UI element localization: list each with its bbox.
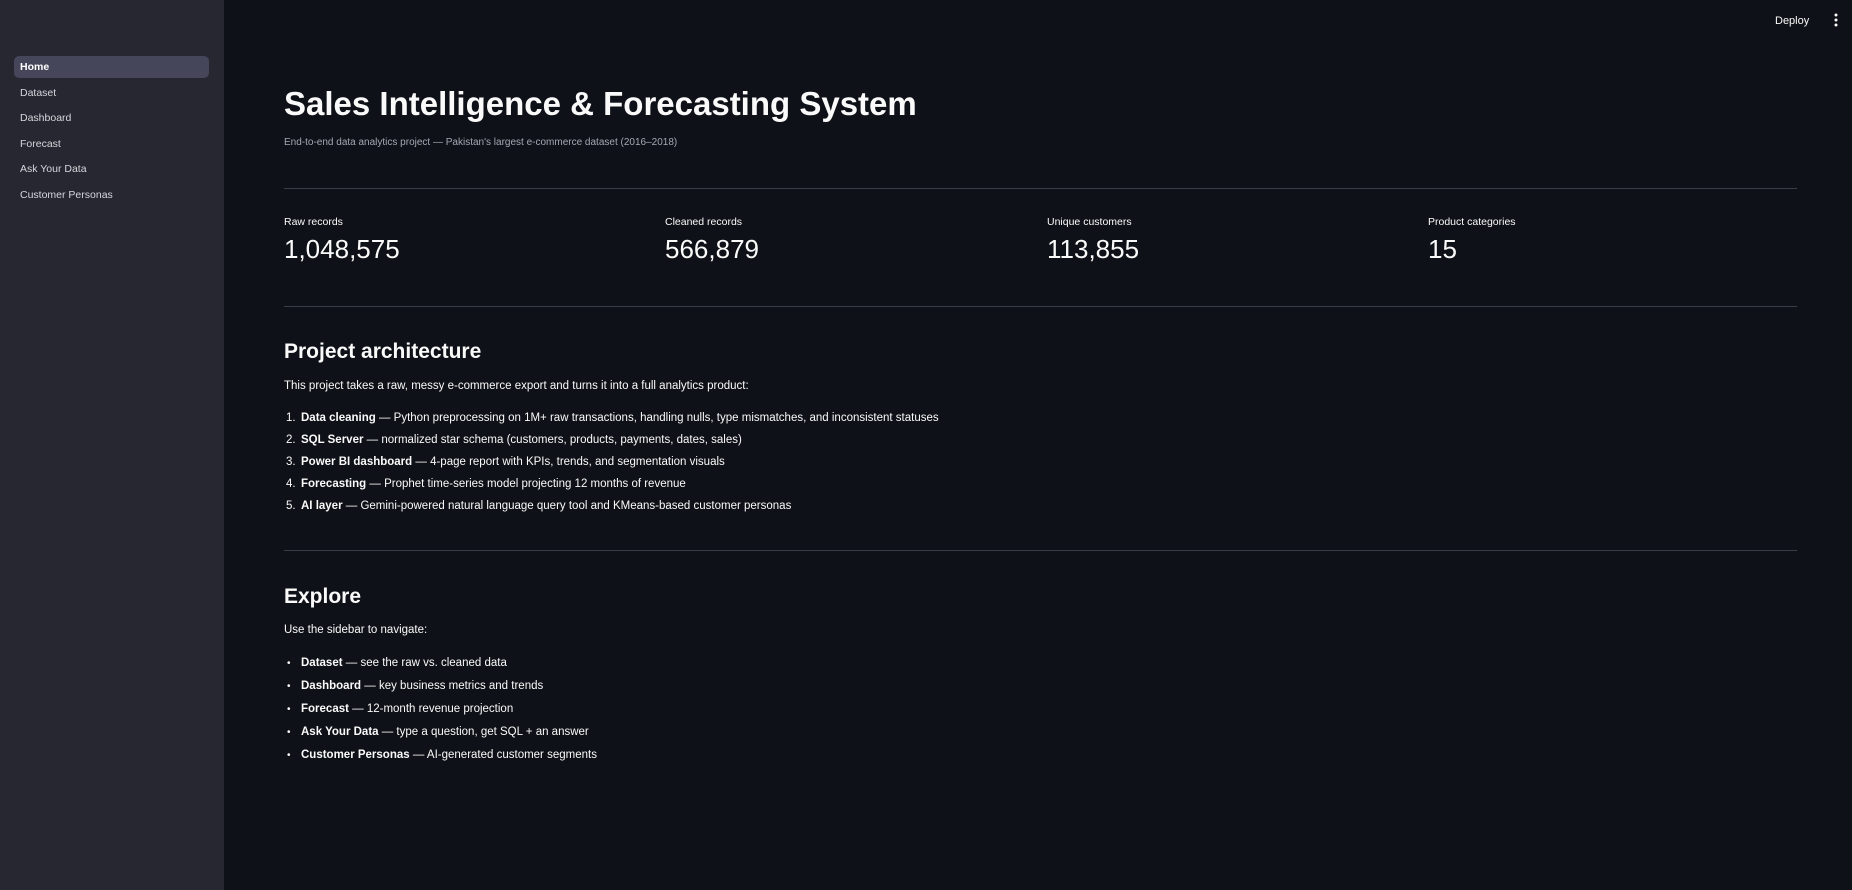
metric-unique-customers: Unique customers 113,855 <box>1047 216 1139 264</box>
sidebar-item-dashboard[interactable]: Dashboard <box>14 107 209 129</box>
list-marker: • <box>287 704 291 715</box>
list-marker: 5. <box>286 500 296 512</box>
section-heading-architecture: Project architecture <box>284 340 482 363</box>
metric-raw-records: Raw records 1,048,575 <box>284 216 400 264</box>
list-item-text: — Gemini-powered natural language query … <box>342 500 792 512</box>
list-item-title: SQL Server <box>301 434 364 446</box>
list-item: 4. Forecasting — Prophet time-series mode… <box>284 477 939 499</box>
list-marker: • <box>287 658 291 669</box>
explore-intro: Use the sidebar to navigate: <box>284 624 428 636</box>
sidebar-item-forecast[interactable]: Forecast <box>14 133 209 155</box>
metric-label: Unique customers <box>1047 216 1132 228</box>
list-item-title: Data cleaning <box>301 412 376 424</box>
page-subtitle: End-to-end data analytics project — Paki… <box>284 137 678 148</box>
metric-value: 113,855 <box>1047 234 1140 264</box>
list-marker: • <box>287 727 291 738</box>
list-item-title: Forecasting <box>301 478 367 490</box>
metric-label: Product categories <box>1428 216 1516 228</box>
metric-value: 566,879 <box>665 234 759 264</box>
metric-product-categories: Product categories 15 <box>1428 216 1516 264</box>
architecture-list: 1. Data cleaning — Python preprocessing o… <box>284 411 939 521</box>
list-marker: 1. <box>286 412 296 424</box>
list-item-text: — normalized star schema (customers, pro… <box>363 434 742 446</box>
list-marker: • <box>287 750 291 761</box>
list-item: • Dataset — see the raw vs. cleaned data <box>284 656 597 679</box>
explore-list: • Dataset — see the raw vs. cleaned data … <box>284 656 597 771</box>
list-item-title: AI layer <box>301 500 343 512</box>
list-item-title: Dataset <box>301 657 343 669</box>
page-title: Sales Intelligence & Forecasting System <box>284 85 917 122</box>
kebab-menu-icon[interactable] <box>1830 11 1842 29</box>
list-marker: • <box>287 681 291 692</box>
app-root: Home Dataset Dashboard Forecast Ask Your… <box>0 0 1852 890</box>
divider <box>284 188 1797 189</box>
sidebar-item-home[interactable]: Home <box>14 56 209 78</box>
section-heading-explore: Explore <box>284 585 362 608</box>
list-item-title: Customer Personas <box>301 749 410 761</box>
divider <box>284 550 1797 551</box>
deploy-button[interactable]: Deploy <box>1775 12 1809 30</box>
metric-label: Raw records <box>284 216 343 228</box>
list-item-text: — type a question, get SQL + an answer <box>378 726 589 738</box>
list-marker: 4. <box>286 478 296 490</box>
divider <box>284 306 1797 307</box>
list-item: • Dashboard — key business metrics and tr… <box>284 679 597 702</box>
sidebar-item-dataset[interactable]: Dataset <box>14 82 209 104</box>
list-marker: 2. <box>286 434 296 446</box>
list-item: 5. AI layer — Gemini-powered natural lang… <box>284 499 939 521</box>
sidebar-item-ask-your-data[interactable]: Ask Your Data <box>14 158 209 180</box>
list-item: 3. Power BI dashboard — 4-page report wit… <box>284 455 939 477</box>
list-item: • Forecast — 12-month revenue projection <box>284 702 597 725</box>
list-item: 1. Data cleaning — Python preprocessing o… <box>284 411 939 433</box>
architecture-intro: This project takes a raw, messy e-commer… <box>284 380 749 392</box>
list-item-text: — key business metrics and trends <box>361 680 544 692</box>
sidebar-item-customer-personas[interactable]: Customer Personas <box>14 184 209 206</box>
metric-value: 1,048,575 <box>284 234 400 264</box>
list-item-title: Ask Your Data <box>301 726 379 738</box>
list-item-text: — 12-month revenue projection <box>348 703 514 715</box>
list-item-title: Forecast <box>301 703 349 715</box>
list-marker: 3. <box>286 456 296 468</box>
list-item: 2. SQL Server — normalized star schema (c… <box>284 433 939 455</box>
list-item-text: — Python preprocessing on 1M+ raw transa… <box>375 412 939 424</box>
list-item-title: Power BI dashboard <box>301 456 413 468</box>
list-item-text: — 4-page report with KPIs, trends, and s… <box>412 456 725 468</box>
sidebar: Home Dataset Dashboard Forecast Ask Your… <box>0 0 224 890</box>
list-item: • Ask Your Data — type a question, get SQ… <box>284 725 597 748</box>
list-item: • Customer Personas — AI-generated custom… <box>284 748 597 771</box>
metric-value: 15 <box>1428 234 1457 264</box>
list-item-text: — Prophet time-series model projecting 1… <box>366 478 686 490</box>
metric-label: Cleaned records <box>665 216 743 228</box>
metric-cleaned-records: Cleaned records 566,879 <box>665 216 759 264</box>
list-item-text: — see the raw vs. cleaned data <box>342 657 507 669</box>
sidebar-nav: Home Dataset Dashboard Forecast Ask Your… <box>14 56 209 209</box>
list-item-text: — AI-generated customer segments <box>409 749 597 761</box>
list-item-title: Dashboard <box>301 680 362 692</box>
metrics-row: Raw records 1,048,575 Cleaned records 56… <box>284 216 1797 266</box>
